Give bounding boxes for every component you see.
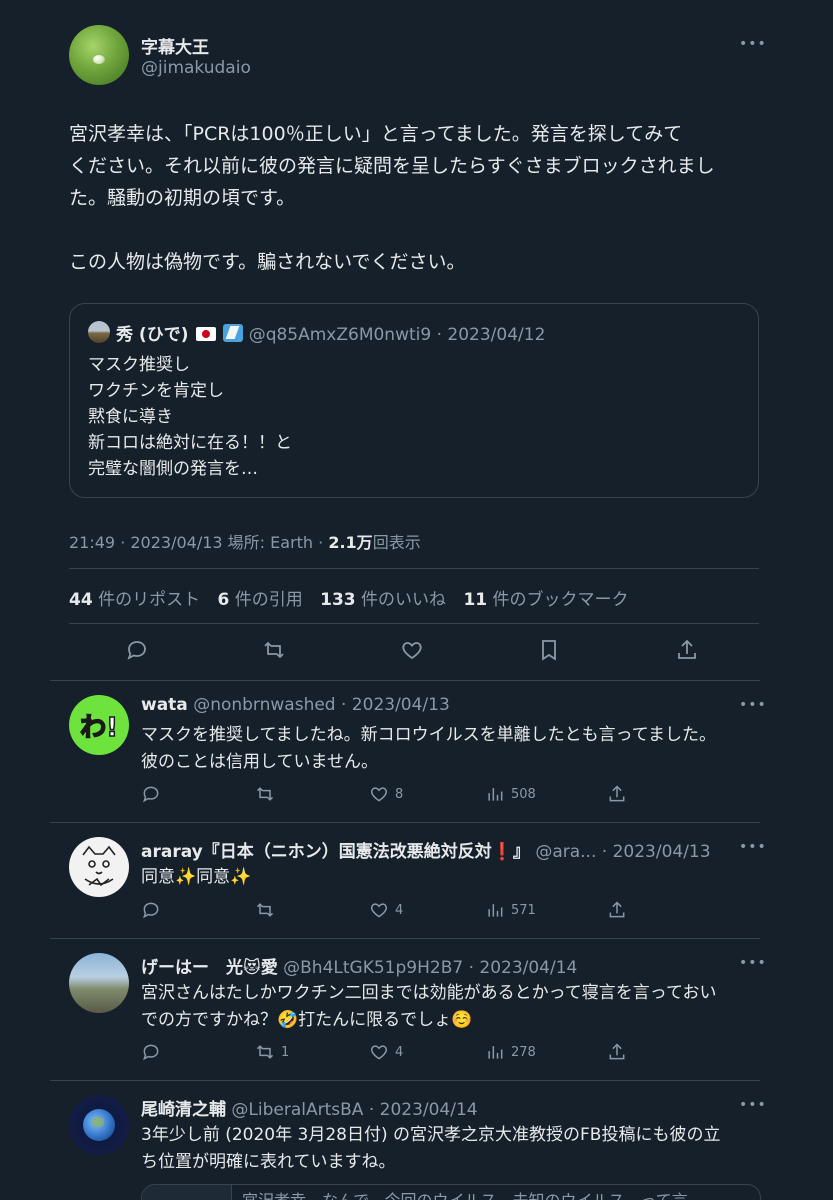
reply-actions: 8 508: [141, 784, 641, 806]
handle-date[interactable]: @Bh4LtGK51p9H2B7 · 2023/04/14: [283, 958, 577, 978]
avatar[interactable]: [69, 953, 129, 1013]
divider: [69, 623, 759, 624]
quote-handle-date: @q85AmxZ6M0nwti9 · 2023/04/12: [248, 325, 546, 345]
views-count: 2.1万: [328, 533, 373, 552]
more-icon[interactable]: •••: [739, 36, 767, 52]
like-icon[interactable]: 4: [369, 1042, 403, 1062]
reply-actions: 1 4 278: [141, 1042, 641, 1064]
more-icon[interactable]: •••: [739, 839, 767, 855]
like-count: 4: [395, 1044, 404, 1060]
action-bar: [69, 638, 759, 668]
display-name[interactable]: araray『日本（ニホン）国憲法改悪絶対反対❗️』: [141, 842, 530, 862]
like-icon[interactable]: 4: [369, 900, 403, 920]
views-icon[interactable]: 571: [485, 900, 536, 920]
map-of-japan-icon: [223, 324, 244, 342]
share-icon[interactable]: [607, 900, 627, 920]
reply-item[interactable]: 尾崎清之輔 @LiberalArtsBA · 2023/04/14 ••• 3年…: [0, 1080, 833, 1200]
display-name[interactable]: wata: [141, 695, 188, 715]
reply-header: 尾崎清之輔 @LiberalArtsBA · 2023/04/14: [141, 1095, 478, 1120]
quote-header: 秀 (ひで) @q85AmxZ6M0nwti9 · 2023/04/12: [116, 320, 545, 345]
share-icon[interactable]: [607, 1042, 627, 1062]
handle-date[interactable]: @ara... · 2023/04/13: [535, 842, 710, 862]
reply-icon[interactable]: [141, 784, 167, 804]
view-count: 278: [511, 1044, 536, 1060]
like-count: 4: [395, 902, 404, 918]
more-icon[interactable]: •••: [739, 1097, 767, 1113]
display-name[interactable]: げーはー 光😻愛: [141, 958, 278, 978]
timestamp-place[interactable]: 21:49 · 2023/04/13 場所: Earth ·: [69, 533, 328, 552]
like-count: 8: [395, 786, 404, 802]
reply-icon[interactable]: [125, 638, 151, 664]
divider: [69, 568, 759, 569]
repost-icon[interactable]: [255, 784, 281, 804]
reply-text: 宮沢さんはたしかワクチン二回までは効能があるとかって寝言を言っておい での方です…: [141, 983, 717, 1030]
handle[interactable]: @jimakudaio: [141, 58, 251, 78]
likes-stat[interactable]: 133 件のいいね: [320, 590, 446, 610]
avatar[interactable]: [69, 25, 129, 85]
repost-icon[interactable]: [255, 900, 281, 920]
quote-text: マスク推奨し ワクチンを肯定し 黙食に導き 新コロは絶対に在る！！と 完璧な闇側…: [88, 355, 292, 479]
quotes-stat[interactable]: 6 件の引用: [217, 590, 302, 610]
card-text: 宮沢孝幸 なんで、今回のウイルス、未知のウイルス、って言: [242, 1187, 688, 1200]
reply-item[interactable]: araray『日本（ニホン）国憲法改悪絶対反対❗️』 @ara... · 202…: [0, 822, 833, 938]
reply-header: げーはー 光😻愛 @Bh4LtGK51p9H2B7 · 2023/04/14: [141, 953, 577, 978]
views-label: 回表示: [372, 533, 421, 552]
tweet-text: 宮沢孝幸は、「PCRは100％正しい」と言ってました。発言を探してみて ください…: [69, 123, 715, 273]
more-icon[interactable]: •••: [739, 697, 767, 713]
reply-text: 3年少し前 (2020年 3月28日付) の宮沢孝之京大准教授のFB投稿にも彼の…: [141, 1125, 721, 1172]
share-icon[interactable]: [607, 784, 627, 804]
reply-icon[interactable]: [141, 900, 167, 920]
tweet-meta: 21:49 · 2023/04/13 場所: Earth · 2.1万回表示: [69, 529, 421, 553]
reply-header: wata @nonbrnwashed · 2023/04/13: [141, 695, 450, 715]
card-thumbnail: [142, 1185, 232, 1200]
like-icon[interactable]: [400, 638, 426, 664]
repost-icon[interactable]: 1: [255, 1042, 289, 1062]
japan-flag-icon: [195, 327, 216, 341]
display-name[interactable]: 字幕大王: [141, 33, 209, 58]
quoted-tweet[interactable]: 秀 (ひで) @q85AmxZ6M0nwti9 · 2023/04/12 マスク…: [69, 303, 759, 498]
view-count: 508: [511, 786, 536, 802]
reply-item[interactable]: わ! wata @nonbrnwashed · 2023/04/13 ••• マ…: [0, 680, 833, 823]
bookmark-icon[interactable]: [537, 638, 563, 664]
repost-count: 1: [281, 1044, 290, 1060]
avatar[interactable]: わ!: [69, 695, 129, 755]
avatar[interactable]: [69, 837, 129, 897]
display-name[interactable]: 尾崎清之輔: [141, 1100, 226, 1120]
reply-item[interactable]: げーはー 光😻愛 @Bh4LtGK51p9H2B7 · 2023/04/14 •…: [0, 938, 833, 1080]
engagement-stats: 44 件のリポスト 6 件の引用 133 件のいいね 11 件のブックマーク: [69, 585, 641, 610]
bookmarks-stat[interactable]: 11 件のブックマーク: [463, 590, 628, 610]
reply-icon[interactable]: [141, 1042, 167, 1062]
quote-avatar: [88, 321, 110, 343]
views-icon[interactable]: 508: [485, 784, 536, 804]
views-icon[interactable]: 278: [485, 1042, 536, 1062]
avatar[interactable]: [69, 1095, 129, 1155]
like-icon[interactable]: 8: [369, 784, 403, 804]
more-icon[interactable]: •••: [739, 955, 767, 971]
handle-date[interactable]: @nonbrnwashed · 2023/04/13: [193, 695, 450, 715]
quote-display-name: 秀 (ひで): [116, 325, 189, 345]
link-card[interactable]: 宮沢孝幸 なんで、今回のウイルス、未知のウイルス、って言: [141, 1184, 761, 1200]
repost-icon[interactable]: [262, 638, 288, 664]
reply-header: araray『日本（ニホン）国憲法改悪絶対反対❗️』 @ara... · 202…: [141, 837, 711, 862]
reposts-stat[interactable]: 44 件のリポスト: [69, 590, 200, 610]
share-icon[interactable]: [675, 638, 701, 664]
reply-text: マスクを推奨してましたね。新コロウイルスを単離したとも言ってました。 彼のことは…: [141, 725, 716, 772]
reply-text: 同意✨同意✨: [141, 867, 252, 887]
reply-actions: 4 571: [141, 900, 641, 922]
handle-date[interactable]: @LiberalArtsBA · 2023/04/14: [231, 1100, 477, 1120]
view-count: 571: [511, 902, 536, 918]
